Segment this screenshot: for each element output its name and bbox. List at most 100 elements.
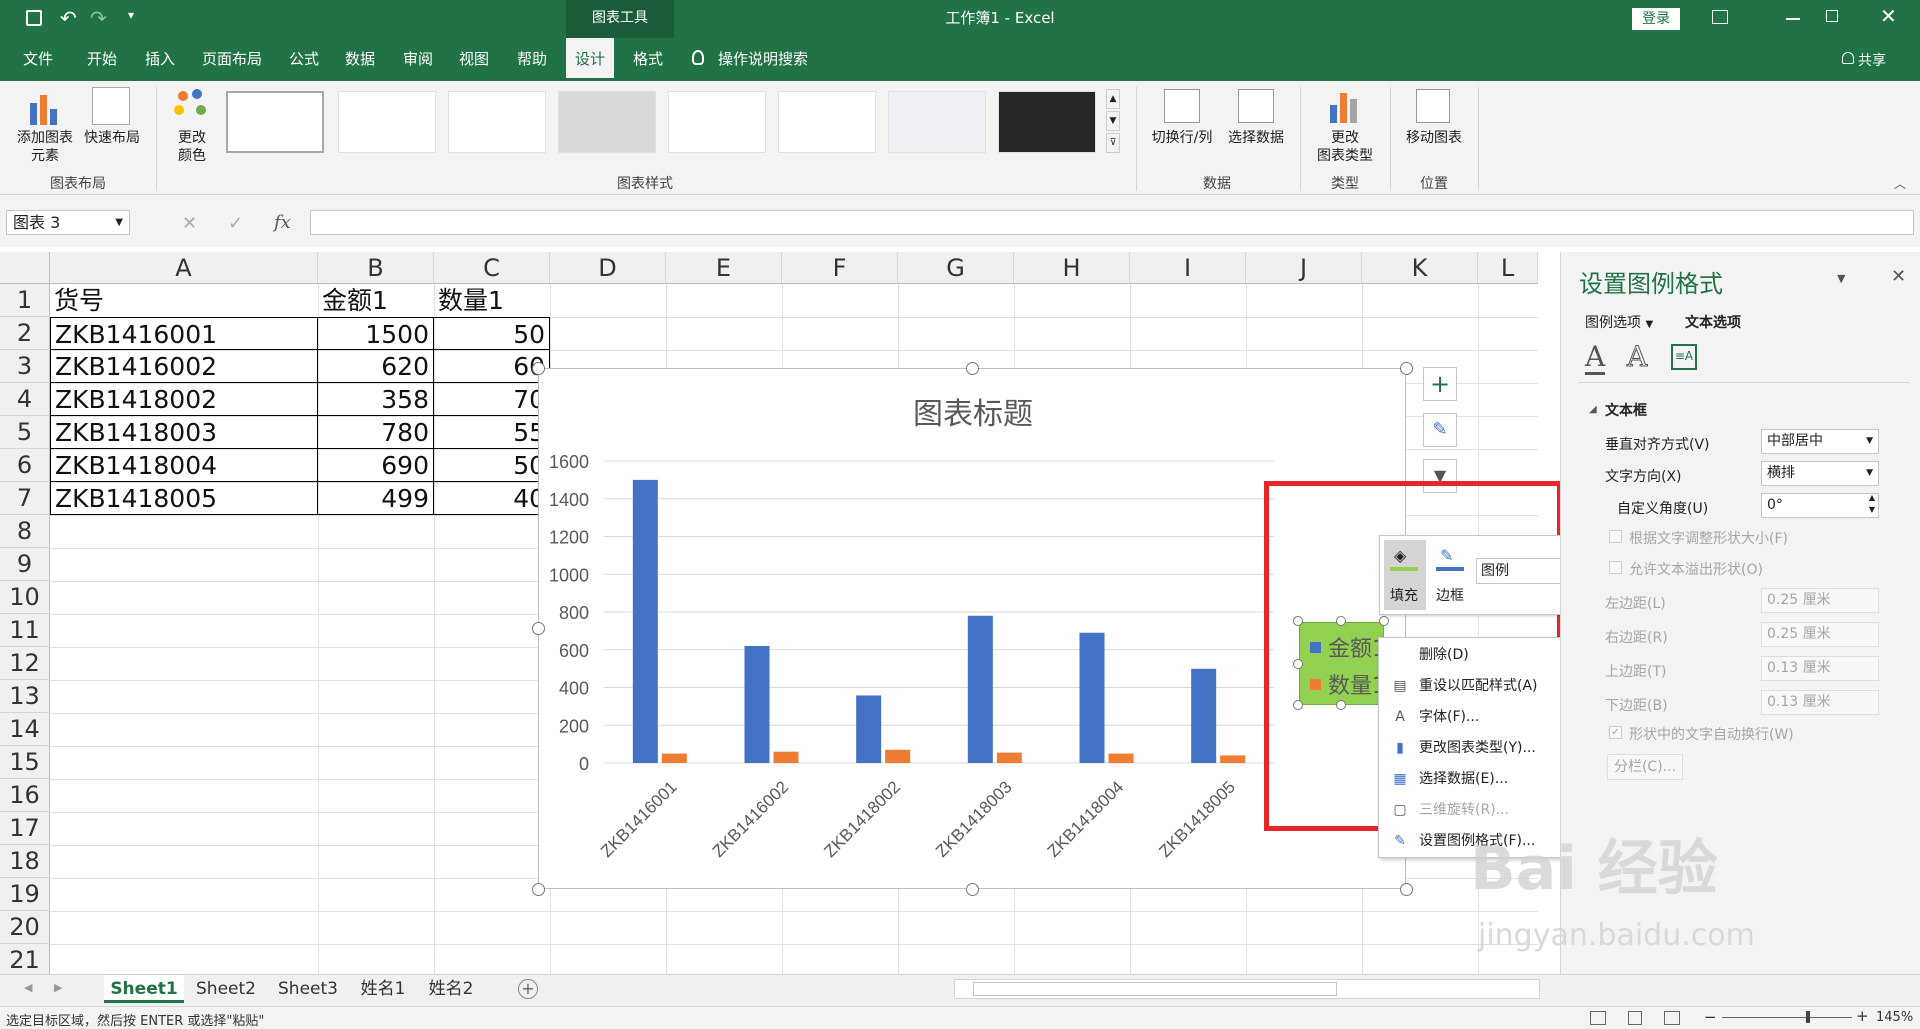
select-all-corner[interactable] [0,252,50,284]
zoom-out-icon[interactable]: − [1704,1008,1717,1026]
zoom-level[interactable]: 145% [1876,1010,1913,1025]
data-cell[interactable]: ZKB1416001 [50,317,318,350]
prev-sheet-icon[interactable]: ◀ [24,981,32,994]
context-menu-item[interactable]: 删除(D) [1379,640,1571,670]
bar-series1[interactable] [1079,632,1105,763]
tab-legend-options[interactable]: 图例选项 ▼ [1585,312,1653,332]
tab-home[interactable]: 开始 [82,38,122,81]
normal-view-icon[interactable] [1590,1011,1606,1025]
text-effects-icon[interactable]: A [1626,341,1647,372]
name-box[interactable]: 图表 3 ▼ [6,210,130,235]
fill-button[interactable]: ◈ 填充 [1384,540,1426,610]
collapse-ribbon-icon[interactable]: ︿ [1894,175,1906,192]
pane-close-icon[interactable]: ✕ [1891,266,1906,287]
row-header-2[interactable]: 2 [0,317,50,350]
row-header-11[interactable]: 11 [0,614,50,647]
bar-series2[interactable] [1108,753,1134,763]
change-colors-button[interactable]: 更改 颜色 [168,129,216,165]
sheet-tab-1[interactable]: Sheet1 [104,975,184,1003]
row-header-20[interactable]: 20 [0,911,50,944]
border-button[interactable]: ✎ 边框 [1430,540,1472,610]
bar-series2[interactable] [885,749,911,763]
data-cell[interactable]: ZKB1418003 [50,416,318,449]
row-header-17[interactable]: 17 [0,812,50,845]
data-cell[interactable]: 1500 [318,317,434,350]
maximize-icon[interactable] [1826,10,1838,22]
row-header-16[interactable]: 16 [0,779,50,812]
chart-style-1[interactable] [226,91,324,153]
add-chart-element-button[interactable]: 添加图表 元素 [8,129,82,165]
cancel-formula-icon[interactable]: ✕ [182,213,197,234]
column-header-B[interactable]: B [318,252,434,284]
row-header-13[interactable]: 13 [0,680,50,713]
context-menu-item[interactable]: ▦ 选择数据(E)... [1379,764,1571,794]
section-collapse-icon[interactable]: ◢ [1589,404,1597,415]
wrap-text-checkbox[interactable]: ✓ [1609,726,1622,739]
chart-style-3[interactable] [448,91,546,153]
row-header-15[interactable]: 15 [0,746,50,779]
custom-angle-input[interactable]: 0° ▲ ▼ [1761,493,1879,518]
styles-scroll-down-icon[interactable]: ▼ [1106,111,1120,131]
row-header-1[interactable]: 1 [0,284,50,317]
data-cell[interactable]: ZKB1418005 [50,482,318,515]
bar-series1[interactable] [632,479,658,763]
row-header-6[interactable]: 6 [0,449,50,482]
data-cell[interactable]: ZKB1416002 [50,350,318,383]
column-header-K[interactable]: K [1362,252,1478,284]
sheet-tab-3[interactable]: Sheet3 [270,975,346,1003]
resize-handle-br[interactable] [1400,883,1413,896]
bar-series2[interactable] [773,751,799,763]
pane-options-dropdown-icon[interactable]: ▼ [1837,272,1845,285]
formula-input[interactable] [310,210,1914,235]
row-header-14[interactable]: 14 [0,713,50,746]
chart-elements-button[interactable]: + [1423,367,1457,401]
change-chart-type-button[interactable]: 更改 图表类型 [1306,129,1384,165]
bar-series2[interactable] [661,753,687,763]
horizontal-scroll-thumb[interactable] [973,982,1337,996]
row-header-21[interactable]: 21 [0,944,50,974]
column-header-G[interactable]: G [898,252,1014,284]
row-header-4[interactable]: 4 [0,383,50,416]
tab-page-layout[interactable]: 页面布局 [198,38,266,81]
bar-series1[interactable] [967,615,993,763]
select-data-button[interactable]: 选择数据 [1220,129,1292,147]
switch-row-column-button[interactable]: 切换行/列 [1146,129,1218,147]
header-cell[interactable]: 金额1 [318,284,434,317]
right-margin-input[interactable]: 0.25 厘米 [1761,622,1879,647]
tab-text-options[interactable]: 文本选项 [1685,312,1741,332]
zoom-in-icon[interactable]: + [1856,1007,1869,1025]
resize-handle-b[interactable] [966,883,979,896]
text-direction-select[interactable]: 横排 ▼ [1761,461,1879,486]
column-header-L[interactable]: L [1478,252,1538,284]
textbox-icon[interactable]: ≡A [1671,344,1697,370]
customize-qat-icon[interactable]: ▾ [128,8,134,22]
tab-formulas[interactable]: 公式 [284,38,324,81]
undo-icon[interactable]: ↶ [60,6,77,30]
row-header-19[interactable]: 19 [0,878,50,911]
row-header-7[interactable]: 7 [0,482,50,515]
header-cell[interactable]: 货号 [50,284,318,317]
close-window-icon[interactable]: ✕ [1880,4,1897,28]
data-cell[interactable]: 50 [434,317,550,350]
row-header-8[interactable]: 8 [0,515,50,548]
page-break-view-icon[interactable] [1664,1011,1680,1025]
row-header-5[interactable]: 5 [0,416,50,449]
data-cell[interactable]: 40 [434,482,550,515]
tab-view[interactable]: 视图 [454,38,494,81]
quick-layout-button[interactable]: 快速布局 [80,129,144,147]
sheet-tab-4[interactable]: 姓名1 [352,975,414,1003]
tab-file[interactable]: 文件 [18,38,58,81]
column-header-D[interactable]: D [550,252,666,284]
tab-format[interactable]: 格式 [624,38,672,81]
column-header-I[interactable]: I [1130,252,1246,284]
chart-style-6[interactable] [778,91,876,153]
data-cell[interactable]: 358 [318,383,434,416]
chart-style-5[interactable] [668,91,766,153]
tab-help[interactable]: 帮助 [512,38,552,81]
context-menu-item[interactable]: ▤ 重设以匹配样式(A) [1379,671,1571,701]
insert-function-icon[interactable]: fx [274,212,291,233]
share-button[interactable]: 共享 [1858,50,1886,70]
sheet-tab-2[interactable]: Sheet2 [188,975,264,1003]
context-menu-item[interactable]: ▮ 更改图表类型(Y)... [1379,733,1571,763]
angle-spinner-icon[interactable]: ▲ ▼ [1869,492,1875,516]
